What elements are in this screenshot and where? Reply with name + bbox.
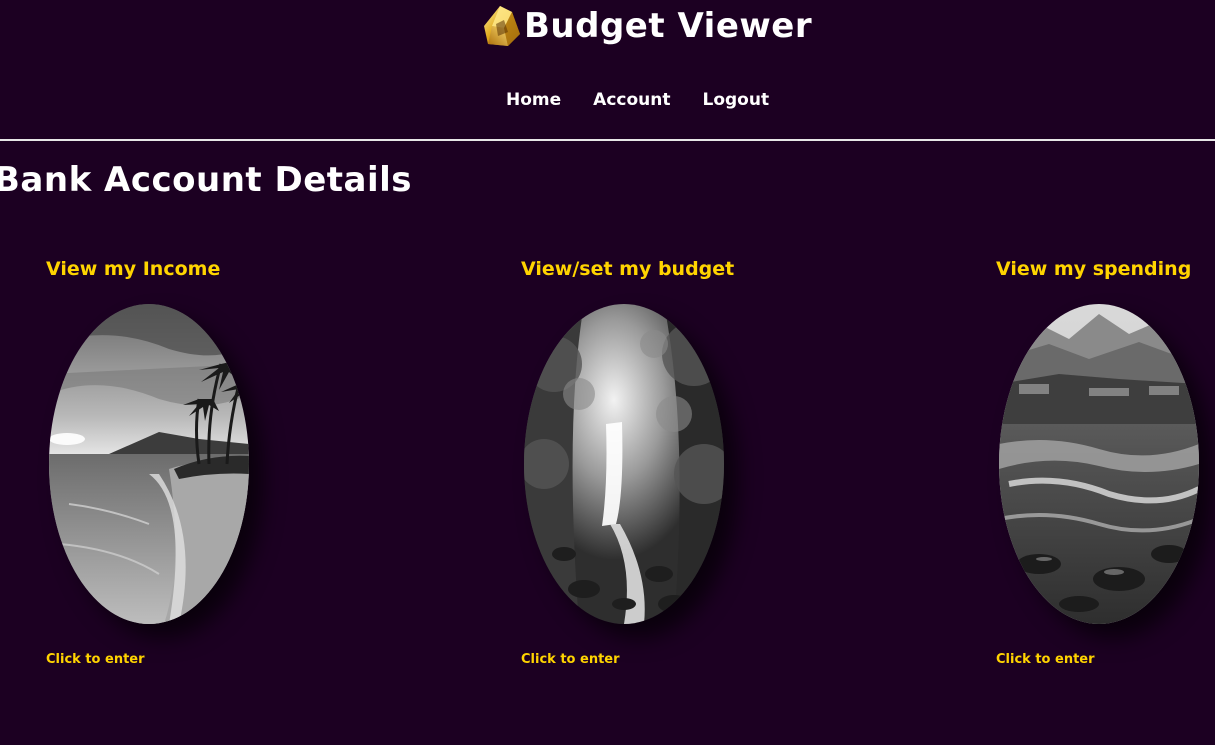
income-enter-link[interactable]: Click to enter bbox=[46, 652, 145, 667]
site-title: Budget Viewer bbox=[524, 6, 813, 46]
budget-enter-link[interactable]: Click to enter bbox=[521, 652, 620, 667]
page-title: Bank Account Details bbox=[0, 160, 413, 200]
card-title: View my spending bbox=[996, 258, 1192, 280]
spending-card: View my spending Click to enter bbox=[996, 258, 1215, 678]
nav-home-link[interactable]: Home bbox=[506, 90, 561, 110]
card-title: View my Income bbox=[46, 258, 221, 280]
spending-enter-link[interactable]: Click to enter bbox=[996, 652, 1095, 667]
nav-logout-link[interactable]: Logout bbox=[702, 90, 769, 110]
gold-gem-icon bbox=[484, 6, 520, 46]
forest-waterfall-photo[interactable] bbox=[524, 304, 724, 624]
header-divider bbox=[0, 139, 1215, 141]
card-title: View/set my budget bbox=[521, 258, 735, 280]
beach-palm-trees-photo[interactable] bbox=[49, 304, 249, 624]
nav-account-link[interactable]: Account bbox=[593, 90, 670, 110]
site-header: Budget Viewer Home Account Logout bbox=[0, 0, 1215, 140]
main-nav: Home Account Logout bbox=[506, 90, 769, 110]
brand[interactable]: Budget Viewer bbox=[482, 4, 812, 48]
income-card: View my Income Click to enter bbox=[46, 258, 306, 678]
mountain-river-rapids-photo[interactable] bbox=[999, 304, 1199, 624]
budget-card: View/set my budget Click to enter bbox=[521, 258, 781, 678]
